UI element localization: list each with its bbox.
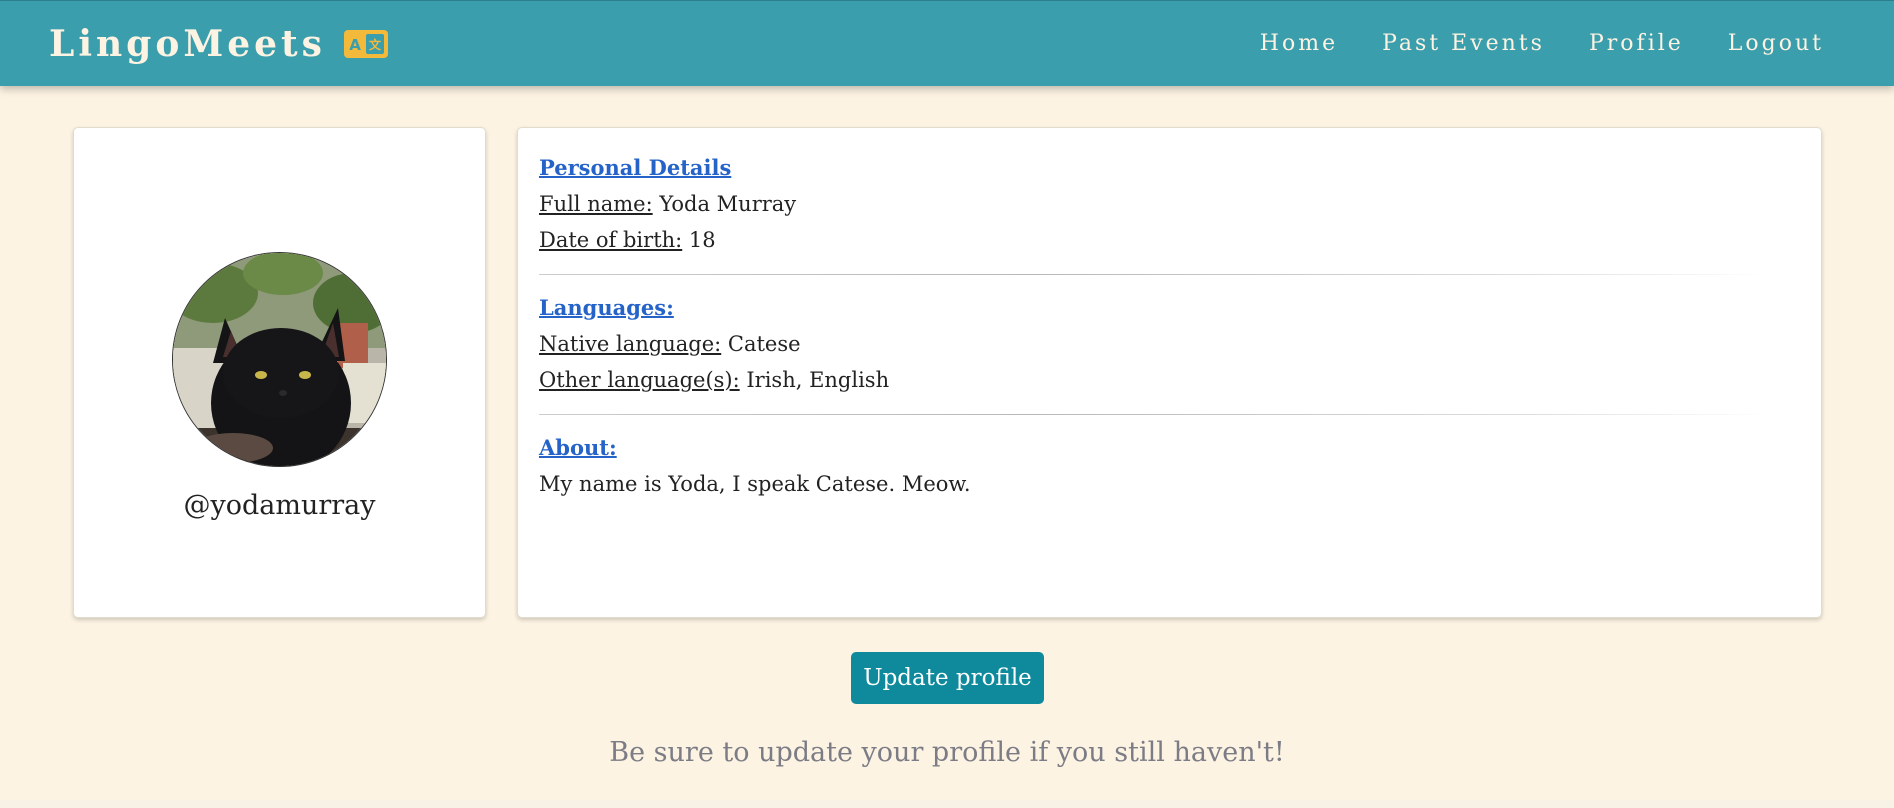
svg-text:文: 文 — [369, 37, 382, 52]
nav-links: Home Past Events Profile Logout — [1216, 31, 1824, 56]
full-name-value: Yoda Murray — [659, 192, 797, 216]
languages-section: Languages: Native language: Catese Other… — [539, 290, 1800, 398]
avatar — [172, 252, 387, 467]
nav-home[interactable]: Home — [1260, 31, 1338, 56]
native-language-value: Catese — [727, 332, 801, 356]
other-languages-label: Other language(s): — [539, 368, 740, 392]
translate-icon: A 文 — [343, 29, 388, 58]
navbar: LingoMeets A 文 Home Past Events Profile … — [0, 0, 1894, 86]
other-languages-value: Irish, English — [746, 368, 890, 392]
native-language-label: Native language: — [539, 332, 722, 356]
full-name-row: Full name: Yoda Murray — [539, 186, 1800, 222]
dob-row: Date of birth: 18 — [539, 222, 1800, 258]
nav-past-events[interactable]: Past Events — [1382, 31, 1545, 56]
profile-card: @yodamurray — [73, 127, 486, 618]
other-languages-row: Other language(s): Irish, English — [539, 362, 1800, 398]
personal-details-title[interactable]: Personal Details — [539, 150, 731, 186]
divider — [539, 414, 1770, 415]
divider — [539, 274, 1770, 275]
footer-strip — [0, 800, 1894, 808]
nav-logout[interactable]: Logout — [1728, 31, 1824, 56]
dob-value: 18 — [688, 228, 716, 252]
username: @yodamurray — [183, 490, 376, 521]
about-title[interactable]: About: — [539, 430, 617, 466]
details-card: Personal Details Full name: Yoda Murray … — [517, 127, 1822, 618]
about-text: My name is Yoda, I speak Catese. Meow. — [539, 472, 971, 496]
personal-details-section: Personal Details Full name: Yoda Murray … — [539, 150, 1800, 258]
nav-profile[interactable]: Profile — [1589, 31, 1684, 56]
about-section: About: My name is Yoda, I speak Catese. … — [539, 430, 1800, 502]
svg-text:A: A — [349, 36, 361, 54]
brand-link[interactable]: LingoMeets A 文 — [49, 23, 388, 65]
languages-title[interactable]: Languages: — [539, 290, 674, 326]
full-name-label: Full name: — [539, 192, 653, 216]
dob-label: Date of birth: — [539, 228, 683, 252]
update-hint: Be sure to update your profile if you st… — [609, 737, 1285, 768]
brand-name: LingoMeets — [49, 22, 326, 65]
update-profile-button[interactable]: Update profile — [851, 652, 1044, 704]
native-language-row: Native language: Catese — [539, 326, 1800, 362]
